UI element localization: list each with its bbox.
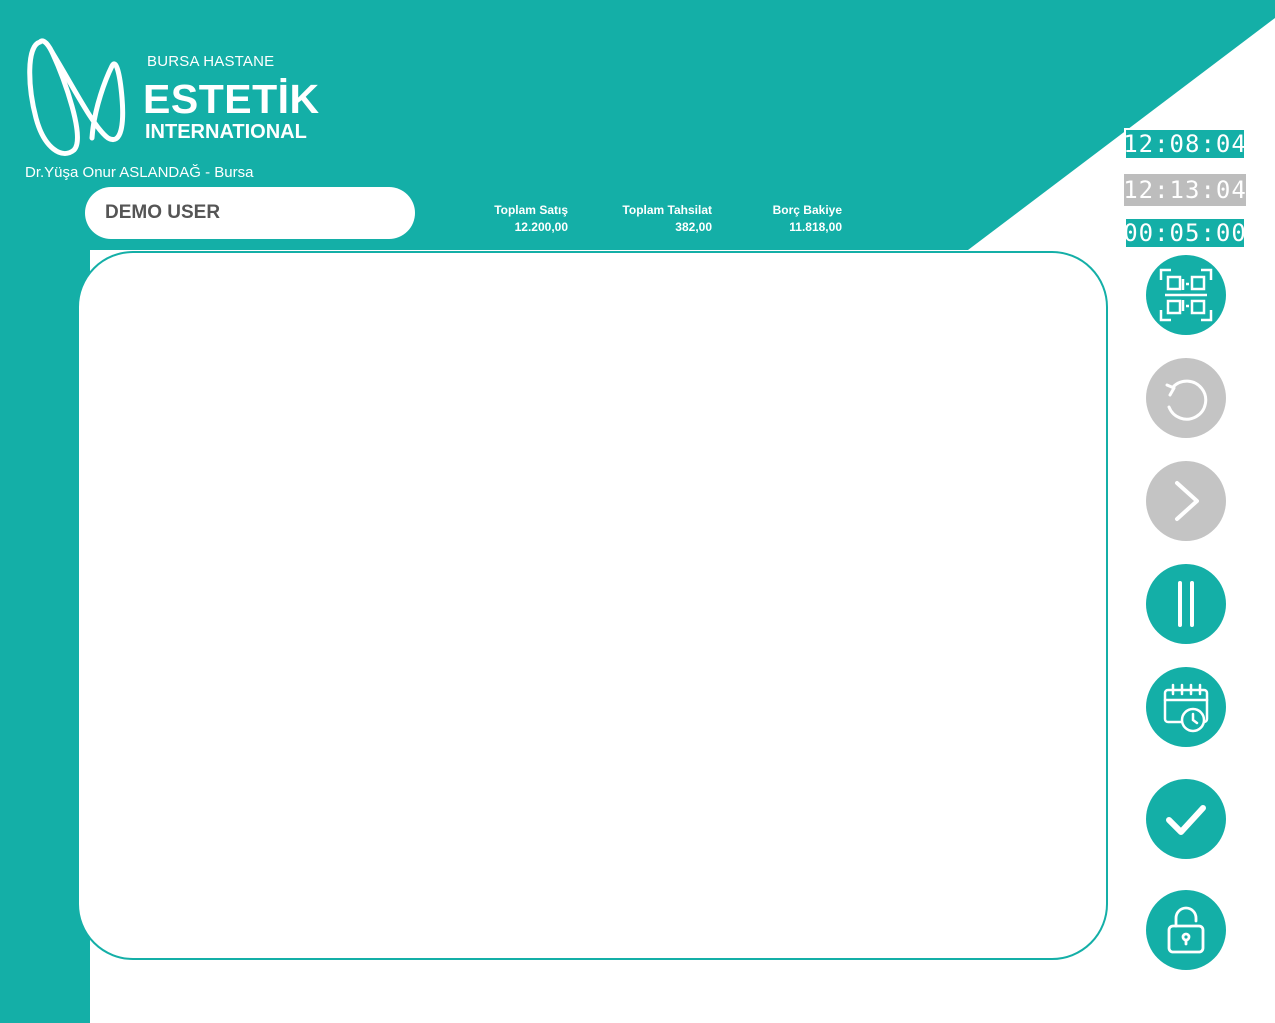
undo-button[interactable] [1146,358,1226,438]
confirm-button[interactable] [1146,779,1226,859]
qr-scan-icon [1159,268,1213,322]
checkmark-icon [1166,805,1206,835]
stat-total-collection: Toplam Tahsilat 382,00 [612,202,712,236]
stat-label: Toplam Tahsilat [622,203,712,217]
user-name-text: DEMO USER [105,202,221,223]
doctor-label: Dr.Yüşa Onur ASLANDAĞ - Bursa [25,164,254,181]
qr-scan-button[interactable] [1146,255,1226,335]
stat-label: Borç Bakiye [772,203,842,217]
schedule-button[interactable] [1146,667,1226,747]
main-content-panel [77,251,1108,960]
unlock-button[interactable] [1146,890,1226,970]
stat-value: 12.200,00 [514,220,568,234]
brand-sub-text: INTERNATIONAL [145,121,307,143]
brand-main-text: ESTETİK [143,76,320,122]
stat-debt-balance: Borç Bakiye 11.818,00 [756,202,842,236]
brand-top-text: BURSA HASTANE [147,53,275,70]
clock-current: 12:13:04 [1123,174,1247,206]
clock-start: 12:08:04 [1123,128,1247,160]
undo-icon [1165,379,1208,421]
pause-button[interactable] [1146,564,1226,644]
clock-duration: 00:05:00 [1123,217,1247,249]
stat-label: Toplam Satış [494,203,568,217]
stat-value: 11.818,00 [789,220,842,234]
unlock-icon [1167,906,1205,954]
next-button[interactable] [1146,461,1226,541]
user-name-field[interactable]: DEMO USER [85,187,415,239]
stat-value: 382,00 [675,220,712,234]
brand-logo-mark [27,38,126,156]
stat-total-sales: Toplam Satış 12.200,00 [478,202,568,236]
pause-icon [1178,581,1194,627]
chevron-right-icon [1175,481,1199,521]
calendar-clock-icon [1163,683,1209,733]
